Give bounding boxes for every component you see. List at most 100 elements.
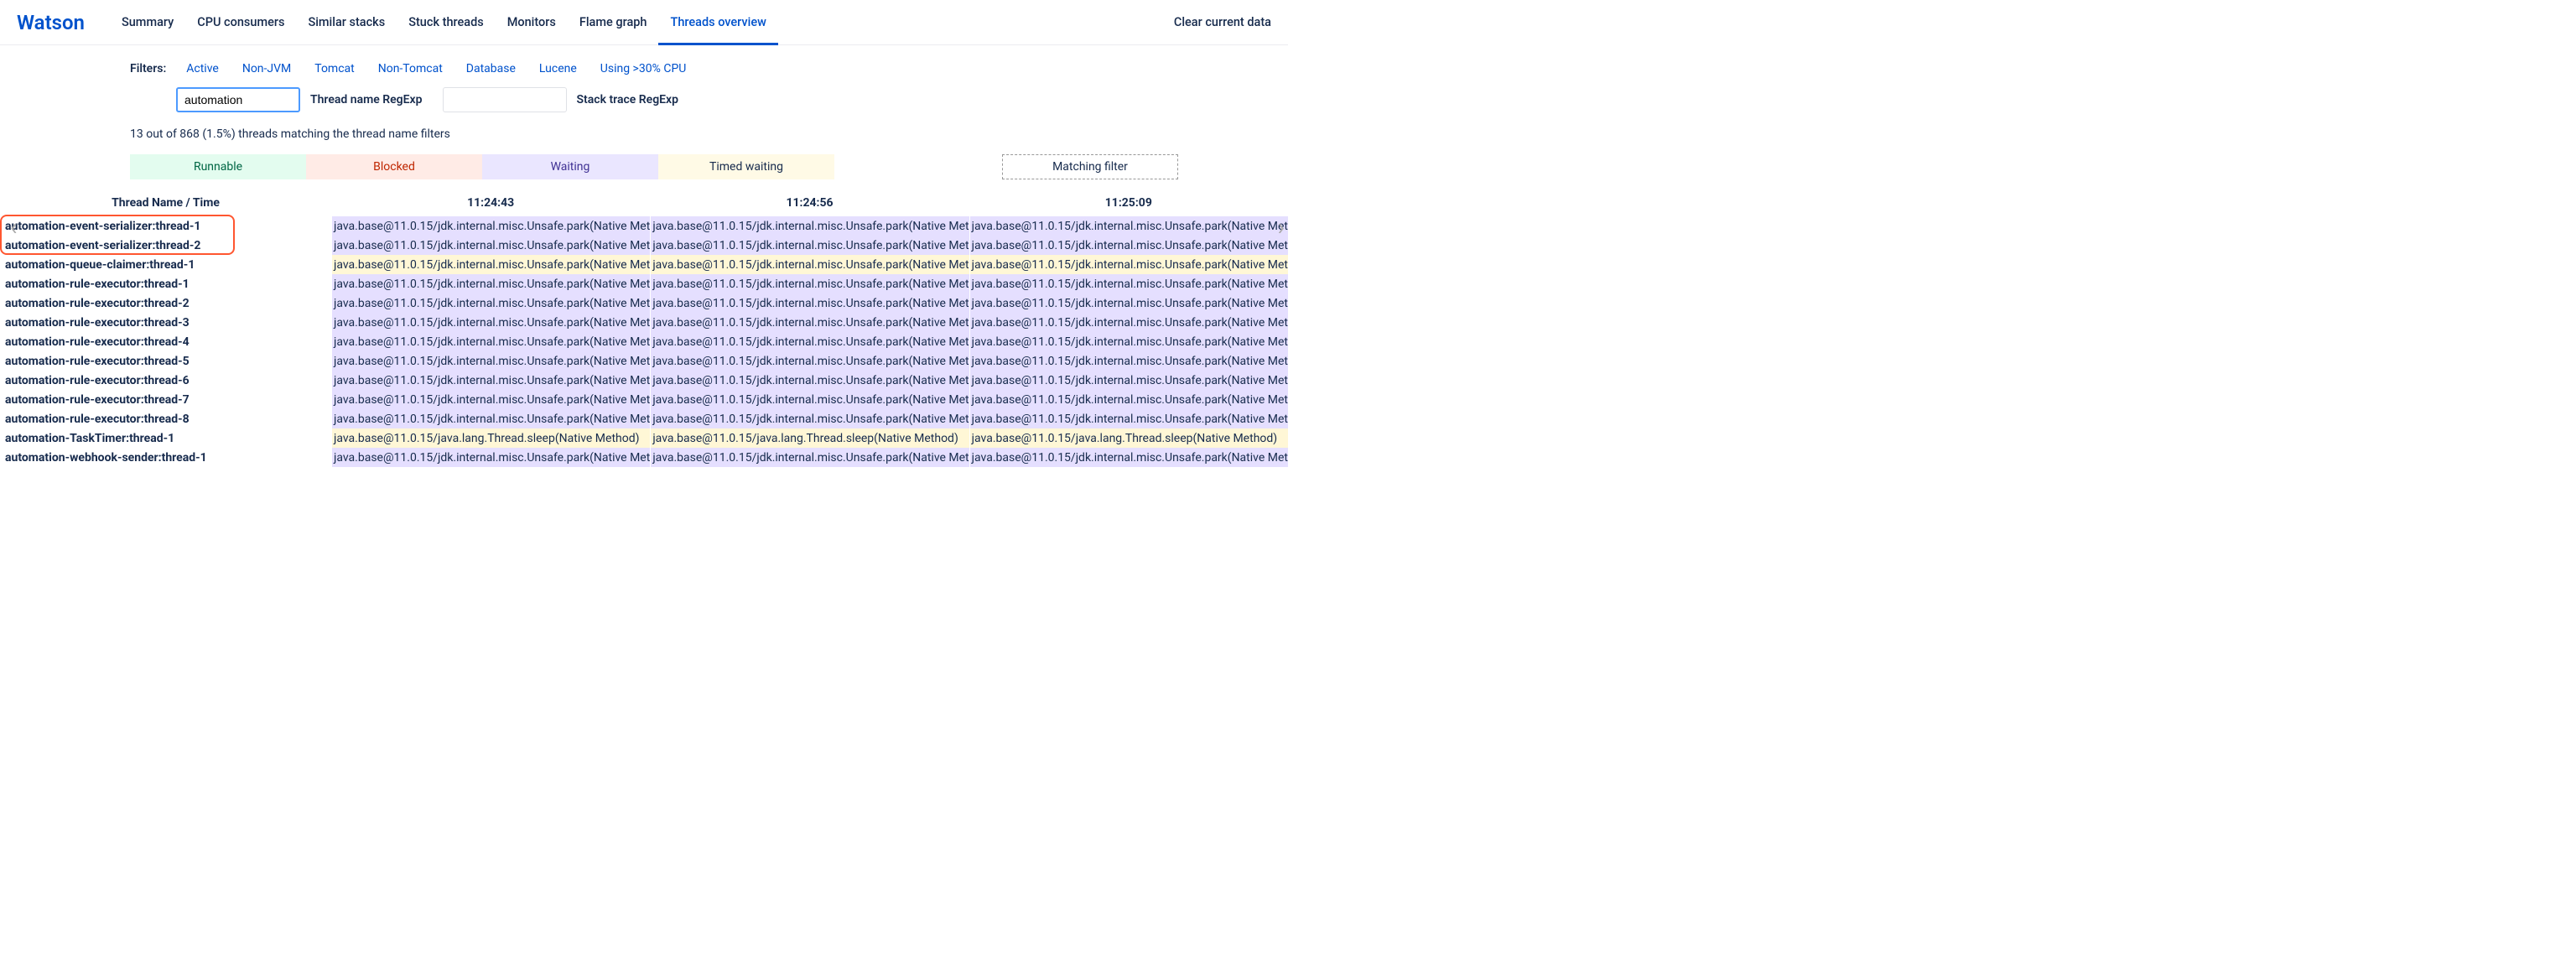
stack-cell[interactable]: java.base@11.0.15/jdk.internal.misc.Unsa…: [969, 255, 1288, 274]
main-nav: Watson SummaryCPU consumersSimilar stack…: [17, 0, 1174, 45]
stack-cell[interactable]: java.base@11.0.15/jdk.internal.misc.Unsa…: [650, 255, 969, 274]
table-row: automation-rule-executor:thread-5java.ba…: [0, 351, 1288, 371]
table-row: automation-rule-executor:thread-4java.ba…: [0, 332, 1288, 351]
filter-lucene[interactable]: Lucene: [539, 62, 577, 75]
stack-cell[interactable]: java.base@11.0.15/jdk.internal.misc.Unsa…: [331, 351, 650, 371]
thread-name-cell[interactable]: automation-rule-executor:thread-8: [0, 409, 331, 428]
col-header-name[interactable]: Thread Name / Time: [0, 196, 331, 210]
legend-waiting: Waiting: [482, 154, 658, 179]
stack-cell[interactable]: java.base@11.0.15/jdk.internal.misc.Unsa…: [650, 332, 969, 351]
table-row: automation-rule-executor:thread-1java.ba…: [0, 274, 1288, 293]
stack-trace-regexp-label: Stack trace RegExp: [577, 93, 679, 106]
nav-threads-overview[interactable]: Threads overview: [658, 0, 777, 45]
stack-cell[interactable]: java.base@11.0.15/jdk.internal.misc.Unsa…: [331, 255, 650, 274]
app-header: Watson SummaryCPU consumersSimilar stack…: [0, 0, 1288, 45]
col-header-time[interactable]: 11:24:43: [331, 196, 650, 210]
thread-name-regexp-input[interactable]: [176, 87, 300, 112]
thread-name-cell[interactable]: automation-event-serializer:thread-1: [0, 216, 331, 236]
clear-data-link[interactable]: Clear current data: [1174, 15, 1271, 29]
stack-cell[interactable]: java.base@11.0.15/jdk.internal.misc.Unsa…: [331, 371, 650, 390]
stack-cell[interactable]: java.base@11.0.15/jdk.internal.misc.Unsa…: [650, 390, 969, 409]
legend: Runnable Blocked Waiting Timed waiting M…: [0, 154, 1288, 179]
legend-blocked: Blocked: [306, 154, 482, 179]
filter-tomcat[interactable]: Tomcat: [314, 62, 354, 75]
stack-cell[interactable]: java.base@11.0.15/jdk.internal.misc.Unsa…: [969, 448, 1288, 467]
filter-non-jvm[interactable]: Non-JVM: [242, 62, 291, 75]
thread-name-cell[interactable]: automation-rule-executor:thread-6: [0, 371, 331, 390]
table-row: automation-rule-executor:thread-7java.ba…: [0, 390, 1288, 409]
nav-summary[interactable]: Summary: [110, 0, 185, 45]
stack-cell[interactable]: java.base@11.0.15/jdk.internal.misc.Unsa…: [969, 216, 1288, 236]
nav-stuck-threads[interactable]: Stuck threads: [397, 0, 496, 45]
nav-similar-stacks[interactable]: Similar stacks: [296, 0, 397, 45]
stack-cell[interactable]: java.base@11.0.15/jdk.internal.misc.Unsa…: [650, 274, 969, 293]
table-row: automation-TaskTimer:thread-1java.base@1…: [0, 428, 1288, 448]
filter-using-30-cpu[interactable]: Using >30% CPU: [600, 62, 687, 75]
stack-cell[interactable]: java.base@11.0.15/jdk.internal.misc.Unsa…: [331, 409, 650, 428]
stack-cell[interactable]: java.base@11.0.15/java.lang.Thread.sleep…: [650, 428, 969, 448]
next-time-button[interactable]: ›: [1278, 213, 1285, 241]
thread-name-cell[interactable]: automation-rule-executor:thread-1: [0, 274, 331, 293]
thread-name-cell[interactable]: automation-rule-executor:thread-3: [0, 313, 331, 332]
nav-flame-graph[interactable]: Flame graph: [568, 0, 659, 45]
stack-cell[interactable]: java.base@11.0.15/jdk.internal.misc.Unsa…: [650, 293, 969, 313]
stack-trace-regexp-input[interactable]: [443, 87, 567, 112]
stack-cell[interactable]: java.base@11.0.15/jdk.internal.misc.Unsa…: [331, 236, 650, 255]
stack-cell[interactable]: java.base@11.0.15/jdk.internal.misc.Unsa…: [331, 293, 650, 313]
thread-name-cell[interactable]: automation-rule-executor:thread-4: [0, 332, 331, 351]
table-row: automation-rule-executor:thread-6java.ba…: [0, 371, 1288, 390]
stack-cell[interactable]: java.base@11.0.15/jdk.internal.misc.Unsa…: [969, 371, 1288, 390]
thread-name-cell[interactable]: automation-TaskTimer:thread-1: [0, 428, 331, 448]
nav-monitors[interactable]: Monitors: [496, 0, 568, 45]
filter-row: Filters: Active Non-JVM Tomcat Non-Tomcat Da…: [0, 62, 1288, 75]
stack-cell[interactable]: java.base@11.0.15/jdk.internal.misc.Unsa…: [331, 332, 650, 351]
legend-timed: Timed waiting: [658, 154, 834, 179]
table-header: Thread Name / Time 11:24:4311:24:5611:25…: [0, 191, 1288, 216]
filter-database[interactable]: Database: [466, 62, 516, 75]
table-row: automation-event-serializer:thread-2java…: [0, 236, 1288, 255]
stack-cell[interactable]: java.base@11.0.15/jdk.internal.misc.Unsa…: [331, 313, 650, 332]
thread-name-cell[interactable]: automation-rule-executor:thread-7: [0, 390, 331, 409]
stack-cell[interactable]: java.base@11.0.15/jdk.internal.misc.Unsa…: [969, 409, 1288, 428]
stack-cell[interactable]: java.base@11.0.15/jdk.internal.misc.Unsa…: [650, 409, 969, 428]
stack-cell[interactable]: java.base@11.0.15/jdk.internal.misc.Unsa…: [650, 448, 969, 467]
app-logo[interactable]: Watson: [17, 11, 85, 34]
stack-cell[interactable]: java.base@11.0.15/jdk.internal.misc.Unsa…: [650, 351, 969, 371]
stack-cell[interactable]: java.base@11.0.15/jdk.internal.misc.Unsa…: [650, 371, 969, 390]
stack-cell[interactable]: java.base@11.0.15/jdk.internal.misc.Unsa…: [969, 332, 1288, 351]
stack-cell[interactable]: java.base@11.0.15/jdk.internal.misc.Unsa…: [650, 313, 969, 332]
thread-name-cell[interactable]: automation-webhook-sender:thread-1: [0, 448, 331, 467]
threads-table: ‹ › Thread Name / Time 11:24:4311:24:561…: [0, 191, 1288, 467]
stack-cell[interactable]: java.base@11.0.15/jdk.internal.misc.Unsa…: [969, 390, 1288, 409]
content: Filters: Active Non-JVM Tomcat Non-Tomcat Da…: [0, 45, 1288, 475]
nav-cpu-consumers[interactable]: CPU consumers: [185, 0, 296, 45]
table-row: automation-rule-executor:thread-2java.ba…: [0, 293, 1288, 313]
filter-inputs: Thread name RegExp Stack trace RegExp: [0, 87, 1288, 112]
filter-active[interactable]: Active: [186, 62, 219, 75]
stack-cell[interactable]: java.base@11.0.15/jdk.internal.misc.Unsa…: [969, 313, 1288, 332]
stack-cell[interactable]: java.base@11.0.15/jdk.internal.misc.Unsa…: [969, 274, 1288, 293]
stack-cell[interactable]: java.base@11.0.15/jdk.internal.misc.Unsa…: [650, 216, 969, 236]
col-header-time[interactable]: 11:24:56: [650, 196, 969, 210]
filters-label: Filters:: [130, 62, 166, 75]
stack-cell[interactable]: java.base@11.0.15/jdk.internal.misc.Unsa…: [331, 448, 650, 467]
table-row: automation-queue-claimer:thread-1java.ba…: [0, 255, 1288, 274]
thread-name-cell[interactable]: automation-rule-executor:thread-5: [0, 351, 331, 371]
stack-cell[interactable]: java.base@11.0.15/jdk.internal.misc.Unsa…: [969, 293, 1288, 313]
filter-non-tomcat[interactable]: Non-Tomcat: [378, 62, 443, 75]
thread-name-cell[interactable]: automation-rule-executor:thread-2: [0, 293, 331, 313]
prev-time-button[interactable]: ‹: [10, 213, 17, 241]
stack-cell[interactable]: java.base@11.0.15/jdk.internal.misc.Unsa…: [331, 216, 650, 236]
thread-name-cell[interactable]: automation-event-serializer:thread-2: [0, 236, 331, 255]
col-header-time[interactable]: 11:25:09: [969, 196, 1288, 210]
table-row: automation-rule-executor:thread-8java.ba…: [0, 409, 1288, 428]
stack-cell[interactable]: java.base@11.0.15/java.lang.Thread.sleep…: [969, 428, 1288, 448]
stack-cell[interactable]: java.base@11.0.15/jdk.internal.misc.Unsa…: [650, 236, 969, 255]
stack-cell[interactable]: java.base@11.0.15/jdk.internal.misc.Unsa…: [969, 236, 1288, 255]
thread-name-cell[interactable]: automation-queue-claimer:thread-1: [0, 255, 331, 274]
match-summary: 13 out of 868 (1.5%) threads matching th…: [0, 127, 1288, 141]
stack-cell[interactable]: java.base@11.0.15/jdk.internal.misc.Unsa…: [969, 351, 1288, 371]
stack-cell[interactable]: java.base@11.0.15/jdk.internal.misc.Unsa…: [331, 390, 650, 409]
stack-cell[interactable]: java.base@11.0.15/jdk.internal.misc.Unsa…: [331, 274, 650, 293]
stack-cell[interactable]: java.base@11.0.15/java.lang.Thread.sleep…: [331, 428, 650, 448]
